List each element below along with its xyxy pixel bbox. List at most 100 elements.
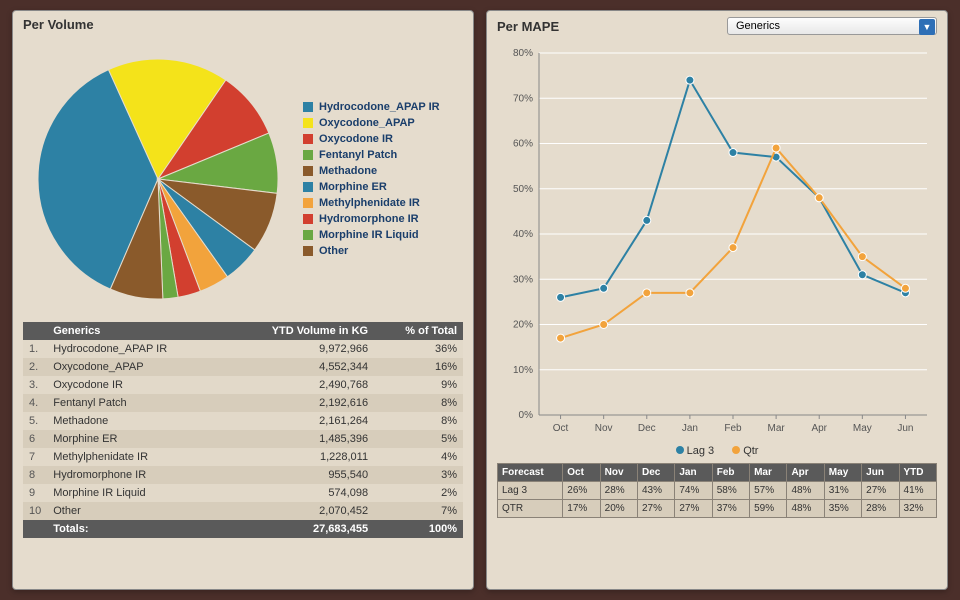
table-row[interactable]: 10Other2,070,4527% bbox=[23, 502, 463, 520]
fc-col: YTD bbox=[899, 464, 936, 482]
fc-col: Jun bbox=[862, 464, 899, 482]
legend-swatch bbox=[303, 134, 313, 144]
legend-label: Methadone bbox=[319, 165, 377, 177]
legend-item[interactable]: Methadone bbox=[303, 163, 440, 179]
fc-col: Feb bbox=[712, 464, 749, 482]
legend-swatch bbox=[303, 230, 313, 240]
table-row[interactable]: 4.Fentanyl Patch2,192,6168% bbox=[23, 394, 463, 412]
legend-label: Oxycodone IR bbox=[319, 133, 393, 145]
legend-swatch bbox=[303, 102, 313, 112]
table-row[interactable]: 5.Methadone2,161,2648% bbox=[23, 412, 463, 430]
legend-swatch bbox=[303, 150, 313, 160]
line-point[interactable] bbox=[643, 289, 651, 297]
table-row[interactable]: 9Morphine IR Liquid574,0982% bbox=[23, 484, 463, 502]
svg-text:Nov: Nov bbox=[595, 423, 613, 434]
legend-swatch bbox=[303, 182, 313, 192]
legend-item[interactable]: Morphine IR Liquid bbox=[303, 227, 440, 243]
table-row[interactable]: 2.Oxycodone_APAP4,552,34416% bbox=[23, 358, 463, 376]
table-row[interactable]: 3.Oxycodone IR2,490,7689% bbox=[23, 376, 463, 394]
forecast-table: ForecastOctNovDecJanFebMarAprMayJunYTD L… bbox=[497, 463, 937, 518]
vol-col-generics: Generics bbox=[47, 322, 223, 340]
svg-text:Dec: Dec bbox=[638, 423, 656, 434]
svg-text:Mar: Mar bbox=[767, 423, 785, 434]
volume-table: Generics YTD Volume in KG % of Total 1.H… bbox=[23, 322, 463, 538]
svg-text:80%: 80% bbox=[513, 48, 533, 59]
line-point[interactable] bbox=[729, 244, 737, 252]
legend-swatch bbox=[303, 198, 313, 208]
panel-per-volume: Per Volume Hydrocodone_APAP IR Oxycodone_… bbox=[12, 10, 474, 590]
svg-text:Oct: Oct bbox=[553, 423, 569, 434]
svg-text:Apr: Apr bbox=[811, 423, 827, 434]
table-row[interactable]: 6Morphine ER1,485,3965% bbox=[23, 430, 463, 448]
legend-qtr: Qtr bbox=[743, 445, 758, 457]
svg-text:Feb: Feb bbox=[724, 423, 742, 434]
table-row[interactable]: Lag 326%28%43%74%58%57%48%31%27%41% bbox=[498, 482, 937, 500]
legend-item[interactable]: Oxycodone IR bbox=[303, 131, 440, 147]
fc-col: Oct bbox=[563, 464, 600, 482]
mape-group-select[interactable]: Generics bbox=[727, 17, 937, 35]
line-point[interactable] bbox=[600, 284, 608, 292]
legend-label: Oxycodone_APAP bbox=[319, 117, 415, 129]
pie-legend: Hydrocodone_APAP IR Oxycodone_APAP Oxycodo… bbox=[303, 99, 440, 259]
line-point[interactable] bbox=[686, 76, 694, 84]
legend-item[interactable]: Hydrocodone_APAP IR bbox=[303, 99, 440, 115]
legend-lag3: Lag 3 bbox=[687, 445, 715, 457]
legend-label: Morphine IR Liquid bbox=[319, 229, 419, 241]
table-row[interactable]: 1.Hydrocodone_APAP IR9,972,96636% bbox=[23, 340, 463, 358]
vol-col-pct: % of Total bbox=[374, 322, 463, 340]
line-point[interactable] bbox=[600, 321, 608, 329]
fc-col: Mar bbox=[750, 464, 787, 482]
line-point[interactable] bbox=[557, 334, 565, 342]
legend-item[interactable]: Oxycodone_APAP bbox=[303, 115, 440, 131]
legend-label: Morphine ER bbox=[319, 181, 387, 193]
line-point[interactable] bbox=[643, 216, 651, 224]
fc-col: May bbox=[824, 464, 861, 482]
panel-title-mape: Per MAPE bbox=[497, 19, 559, 34]
fc-col: Apr bbox=[787, 464, 824, 482]
line-point[interactable] bbox=[901, 284, 909, 292]
table-row[interactable]: 8Hydromorphone IR955,5403% bbox=[23, 466, 463, 484]
line-series bbox=[561, 148, 906, 338]
legend-item[interactable]: Hydromorphone IR bbox=[303, 211, 440, 227]
svg-text:70%: 70% bbox=[513, 93, 533, 104]
line-point[interactable] bbox=[729, 149, 737, 157]
legend-label: Hydrocodone_APAP IR bbox=[319, 101, 440, 113]
legend-item[interactable]: Fentanyl Patch bbox=[303, 147, 440, 163]
line-point[interactable] bbox=[772, 144, 780, 152]
line-point[interactable] bbox=[686, 289, 694, 297]
legend-swatch bbox=[303, 118, 313, 128]
legend-item[interactable]: Other bbox=[303, 243, 440, 259]
svg-text:0%: 0% bbox=[519, 410, 534, 421]
legend-label: Hydromorphone IR bbox=[319, 213, 419, 225]
fc-col: Forecast bbox=[498, 464, 563, 482]
svg-text:30%: 30% bbox=[513, 274, 533, 285]
legend-label: Methylphenidate IR bbox=[319, 197, 420, 209]
line-point[interactable] bbox=[858, 253, 866, 261]
legend-label: Other bbox=[319, 245, 348, 257]
line-point[interactable] bbox=[557, 293, 565, 301]
legend-swatch bbox=[303, 246, 313, 256]
svg-text:May: May bbox=[853, 423, 872, 434]
svg-text:Jun: Jun bbox=[897, 423, 913, 434]
line-point[interactable] bbox=[858, 271, 866, 279]
table-row[interactable]: 7Methylphenidate IR1,228,0114% bbox=[23, 448, 463, 466]
vol-col-ytd: YTD Volume in KG bbox=[223, 322, 374, 340]
mape-line-chart: 0%10%20%30%40%50%60%70%80%OctNovDecJanFe… bbox=[497, 43, 937, 443]
svg-text:40%: 40% bbox=[513, 229, 533, 240]
svg-text:50%: 50% bbox=[513, 184, 533, 195]
pie-chart bbox=[23, 44, 293, 314]
legend-swatch bbox=[303, 166, 313, 176]
table-row[interactable]: QTR17%20%27%27%37%59%48%35%28%32% bbox=[498, 500, 937, 518]
table-totals-row: Totals:27,683,455100% bbox=[23, 520, 463, 538]
legend-label: Fentanyl Patch bbox=[319, 149, 397, 161]
line-point[interactable] bbox=[815, 194, 823, 202]
fc-col: Nov bbox=[600, 464, 637, 482]
mape-line-legend: Lag 3 Qtr bbox=[497, 443, 937, 463]
fc-col: Dec bbox=[638, 464, 675, 482]
legend-item[interactable]: Methylphenidate IR bbox=[303, 195, 440, 211]
svg-text:10%: 10% bbox=[513, 365, 533, 376]
legend-item[interactable]: Morphine ER bbox=[303, 179, 440, 195]
panel-per-mape: Per MAPE Generics ▼ 0%10%20%30%40%50%60%… bbox=[486, 10, 948, 590]
panel-title-volume: Per Volume bbox=[23, 17, 94, 32]
fc-col: Jan bbox=[675, 464, 712, 482]
